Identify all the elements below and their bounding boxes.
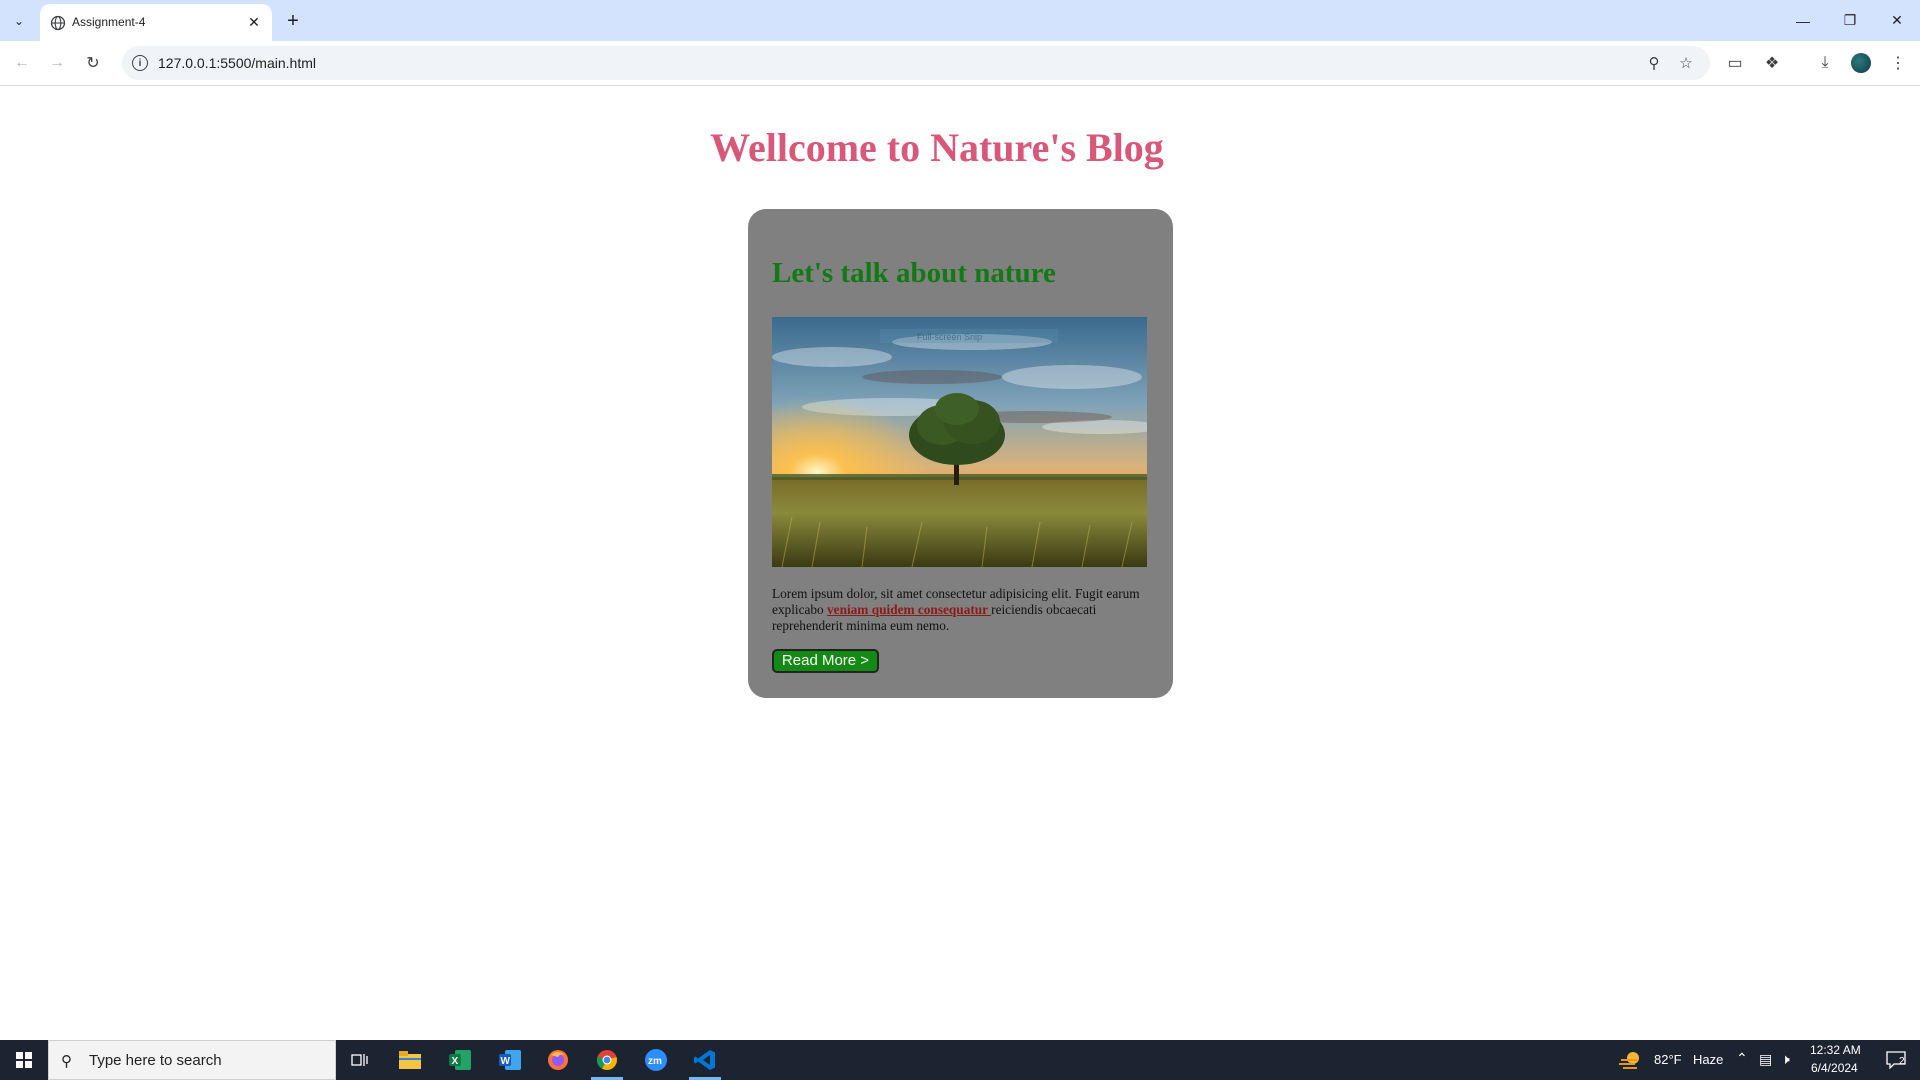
close-window-icon[interactable]: ✕ <box>1874 0 1920 41</box>
weather-icon[interactable] <box>1608 1040 1654 1080</box>
task-view-icon[interactable] <box>336 1040 384 1080</box>
tab-search-chevron-icon[interactable]: ⌄ <box>6 8 32 34</box>
windows-start-icon[interactable] <box>0 1040 48 1080</box>
svg-text:zm: zm <box>648 1056 662 1067</box>
cast-icon[interactable]: ▭ <box>1721 49 1749 77</box>
card-inline-link[interactable]: veniam quidem consequatur <box>827 602 991 617</box>
weather-temp[interactable]: 82°F <box>1654 1052 1682 1067</box>
extensions-puzzle-icon[interactable]: ❖ <box>1758 49 1786 77</box>
new-tab-plus-icon[interactable]: + <box>280 8 306 34</box>
taskbar-search-input[interactable]: ⚲ Type here to search <box>48 1040 336 1080</box>
nature-image: Full-screen Snip <box>772 317 1147 567</box>
taskbar: ⚲ Type here to search X W zm 82°F Haze ⌃… <box>0 1040 1920 1080</box>
url-text[interactable]: 127.0.0.1:5500/main.html <box>158 55 316 71</box>
restore-icon[interactable]: ❐ <box>1827 0 1873 41</box>
search-placeholder: Type here to search <box>89 1052 222 1069</box>
svg-text:X: X <box>452 1056 459 1067</box>
close-tab-icon[interactable]: ✕ <box>244 12 264 32</box>
tab-title: Assignment-4 <box>72 15 146 29</box>
reload-icon[interactable]: ↻ <box>79 49 107 77</box>
excel-icon[interactable]: X <box>436 1040 484 1080</box>
card-paragraph: Lorem ipsum dolor, sit amet consectetur … <box>772 586 1152 634</box>
network-icon[interactable]: ▤ <box>1759 1051 1772 1068</box>
file-explorer-icon[interactable] <box>386 1040 434 1080</box>
tray-chevron-up-icon[interactable]: ⌃ <box>1736 1050 1748 1067</box>
clock-time[interactable]: 12:32 AM <box>1810 1043 1861 1057</box>
address-bar[interactable]: i 127.0.0.1:5500/main.html ⚲ ☆ <box>122 46 1710 80</box>
zoom-magnifier-icon[interactable]: ⚲ <box>1642 51 1666 75</box>
site-info-icon[interactable]: i <box>132 55 148 71</box>
bookmark-star-icon[interactable]: ☆ <box>1674 51 1698 75</box>
downloads-icon[interactable]: ⤓ <box>1811 49 1839 77</box>
tab-strip: ⌄ Assignment-4 ✕ + — ❐ ✕ <box>0 0 1920 41</box>
clock-date[interactable]: 6/4/2024 <box>1811 1061 1858 1075</box>
search-icon: ⚲ <box>61 1053 72 1070</box>
menu-kebab-icon[interactable]: ⋮ <box>1884 49 1912 77</box>
page-title: Wellcome to Nature's Blog <box>710 125 1164 170</box>
forward-arrow-icon[interactable]: → <box>43 49 71 77</box>
minimize-icon[interactable]: — <box>1780 0 1826 41</box>
vscode-icon[interactable] <box>681 1040 729 1080</box>
browser-tab[interactable]: Assignment-4 ✕ <box>40 4 272 41</box>
globe-icon <box>50 15 66 31</box>
back-arrow-icon[interactable]: ← <box>8 49 36 77</box>
profile-avatar[interactable] <box>1851 53 1871 73</box>
word-icon[interactable]: W <box>486 1040 534 1080</box>
image-overlay-text: Full-screen Snip <box>917 332 982 342</box>
volume-icon[interactable]: 🕨 <box>1781 1051 1790 1068</box>
card-title: Let's talk about nature <box>772 257 1056 289</box>
firefox-icon[interactable] <box>534 1040 582 1080</box>
notifications-icon[interactable]: 2 <box>1872 1040 1920 1080</box>
browser-toolbar: ← → ↻ i 127.0.0.1:5500/main.html ⚲ ☆ ▭ ❖… <box>0 41 1920 86</box>
chrome-icon[interactable] <box>583 1040 631 1080</box>
notifications-count: 2 <box>1899 1056 1905 1067</box>
blog-card: Let's talk about nature Full-screen Snip… <box>748 209 1173 698</box>
zoom-icon[interactable]: zm <box>632 1040 680 1080</box>
svg-text:W: W <box>501 1056 511 1067</box>
weather-condition[interactable]: Haze <box>1693 1052 1723 1067</box>
read-more-button[interactable]: Read More > <box>772 649 879 673</box>
